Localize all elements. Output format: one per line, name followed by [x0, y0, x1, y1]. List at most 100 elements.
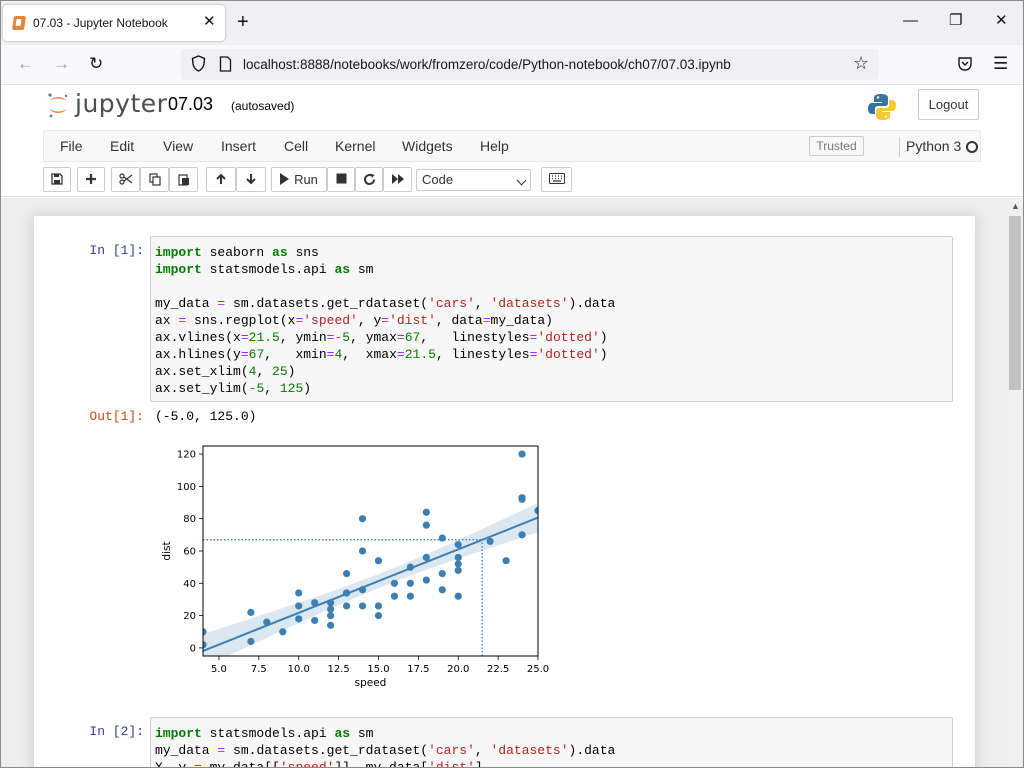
tracking-shield-icon[interactable]	[191, 55, 206, 72]
data-point	[311, 599, 319, 607]
save-button[interactable]	[43, 167, 71, 192]
move-up-button[interactable]	[206, 167, 236, 192]
menu-kernel[interactable]: Kernel	[335, 138, 375, 154]
url-text[interactable]: localhost:8888/notebooks/work/fromzero/c…	[243, 57, 731, 72]
data-point	[438, 586, 446, 594]
forward-icon[interactable]: →	[53, 54, 70, 74]
menu-help[interactable]: Help	[480, 138, 509, 154]
menu-view[interactable]: View	[163, 138, 193, 154]
data-point	[454, 592, 462, 600]
back-icon[interactable]: ←	[17, 54, 34, 74]
y-tick-label: 80	[183, 514, 196, 525]
move-down-button[interactable]	[236, 167, 266, 192]
notebook-name[interactable]: 07.03	[168, 94, 213, 115]
logout-button[interactable]: Logout	[918, 89, 979, 120]
x-tick-label: 15.0	[367, 664, 389, 675]
menu-edit[interactable]: Edit	[110, 138, 134, 154]
code-cell-2[interactable]: import statsmodels.api as sm my_data = s…	[150, 717, 953, 767]
window-close-icon[interactable]: ✕	[995, 11, 1008, 31]
run-label: Run	[294, 172, 318, 187]
vertical-scrollbar[interactable]: ▲	[1007, 198, 1023, 767]
data-point	[454, 553, 462, 562]
arrow-up-icon	[216, 173, 226, 184]
data-point	[327, 605, 335, 613]
data-point	[438, 534, 446, 542]
bookmark-star-icon[interactable]: ☆	[853, 53, 869, 74]
notebook-toolbar: Run Code	[1, 163, 1023, 197]
regression-plot: 5.0 7.5 10.0 12.5 15.0 17.5 20.0 22.5 25.0 0 20 40 6…	[161, 445, 549, 689]
pocket-icon[interactable]	[957, 56, 973, 72]
code-editor[interactable]: import seaborn as sns import statsmodels…	[151, 237, 952, 404]
restore-icon[interactable]: ❐	[949, 11, 962, 31]
data-point	[422, 576, 430, 584]
regression-line	[203, 516, 538, 652]
x-tick-label: 17.5	[407, 664, 429, 675]
kernel-idle-icon	[966, 141, 978, 153]
data-point	[518, 531, 526, 539]
jupyter-logo-text[interactable]: jupyter	[75, 89, 167, 118]
copy-button[interactable]	[140, 167, 169, 192]
code-cell-1[interactable]: import seaborn as sns import statsmodels…	[150, 236, 953, 402]
data-point	[358, 586, 367, 594]
menu-cell[interactable]: Cell	[284, 138, 308, 154]
jupyter-favicon-icon	[12, 16, 26, 30]
menu-insert[interactable]: Insert	[221, 138, 256, 154]
data-point	[247, 637, 255, 646]
y-axis-label: dist	[161, 541, 173, 560]
menu-hamburger-icon[interactable]: ☰	[993, 54, 1008, 74]
page-info-icon[interactable]	[219, 56, 232, 72]
x-axis-label: speed	[355, 677, 387, 689]
tab-bar: 07.03 - Jupyter Notebook ✕ + — ❐ ✕	[1, 1, 1023, 45]
cell-type-select[interactable]: Code	[416, 169, 531, 191]
jupyter-logo-icon[interactable]	[46, 91, 70, 119]
data-point	[358, 515, 367, 523]
x-tick-label: 10.0	[288, 664, 310, 675]
x-tick-label: 12.5	[327, 664, 349, 675]
browser-window: 07.03 - Jupyter Notebook ✕ + — ❐ ✕ ← → ↻…	[0, 0, 1024, 768]
data-point	[518, 450, 526, 458]
data-point	[295, 589, 303, 597]
data-point	[295, 602, 303, 610]
menu-file[interactable]: File	[60, 138, 83, 154]
stop-icon	[336, 173, 346, 184]
data-point	[454, 560, 462, 568]
cut-button[interactable]	[111, 167, 140, 192]
browser-tab[interactable]: 07.03 - Jupyter Notebook ✕	[3, 5, 225, 41]
new-tab-icon[interactable]: +	[237, 10, 249, 34]
menu-widgets[interactable]: Widgets	[402, 138, 453, 154]
x-tick-label: 25.0	[527, 664, 549, 675]
address-bar[interactable]: localhost:8888/notebooks/work/fromzero/c…	[181, 49, 879, 80]
code-editor[interactable]: import statsmodels.api as sm my_data = s…	[151, 718, 952, 767]
data-point	[374, 612, 383, 620]
scrollbar-thumb[interactable]	[1009, 216, 1021, 390]
restart-icon	[363, 173, 375, 186]
data-point	[390, 592, 399, 600]
data-point	[327, 621, 335, 629]
restart-run-all-button[interactable]	[383, 167, 412, 192]
data-point	[502, 557, 510, 565]
restart-kernel-button[interactable]	[355, 167, 383, 192]
interrupt-button[interactable]	[327, 167, 355, 192]
navigation-bar: ← → ↻ localhost:8888/notebooks/work/from…	[1, 45, 1023, 85]
scroll-up-icon[interactable]: ▲	[1011, 201, 1020, 211]
paste-button[interactable]	[169, 167, 198, 192]
data-point	[374, 602, 383, 610]
data-point	[247, 608, 255, 616]
reload-icon[interactable]: ↻	[89, 54, 103, 74]
data-point	[342, 570, 351, 578]
y-tick-label: 0	[190, 643, 196, 654]
data-point	[422, 508, 430, 516]
data-point	[311, 616, 319, 625]
plus-icon	[86, 174, 96, 184]
kernel-name[interactable]: Python 3	[906, 138, 961, 154]
data-point	[422, 553, 430, 562]
x-tick-label: 22.5	[487, 664, 509, 675]
command-palette-button[interactable]	[541, 167, 572, 192]
run-button[interactable]: Run	[271, 167, 327, 192]
tab-close-icon[interactable]: ✕	[203, 14, 216, 30]
minimize-icon[interactable]: —	[903, 11, 918, 31]
y-tick-label: 60	[183, 547, 196, 558]
trusted-indicator[interactable]: Trusted	[809, 136, 864, 156]
data-point	[327, 599, 335, 607]
insert-cell-button[interactable]	[77, 167, 105, 192]
